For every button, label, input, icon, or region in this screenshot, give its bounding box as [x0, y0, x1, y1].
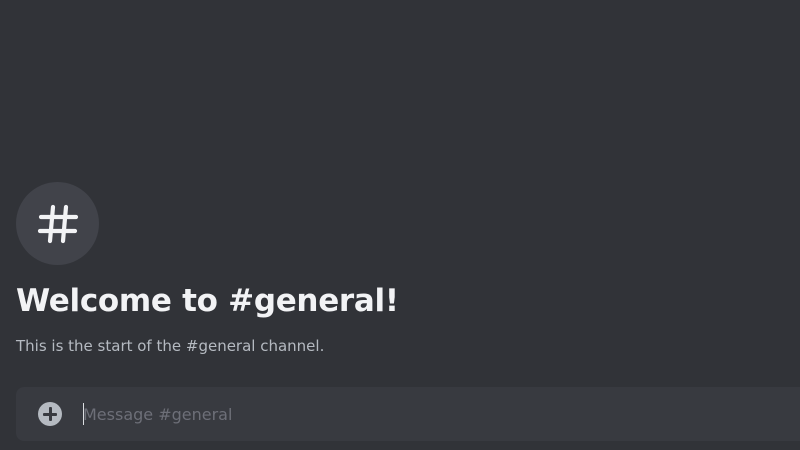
hash-icon [37, 204, 78, 243]
channel-view: Welcome to #general! This is the start o… [0, 0, 800, 450]
text-caret [83, 403, 84, 425]
message-composer [16, 387, 800, 441]
message-input[interactable] [83, 399, 783, 429]
welcome-title: Welcome to #general! [16, 283, 399, 319]
plus-circle-icon[interactable] [38, 402, 62, 426]
welcome-subtitle: This is the start of the #general channe… [16, 337, 325, 355]
channel-hash-icon-badge [16, 182, 99, 265]
